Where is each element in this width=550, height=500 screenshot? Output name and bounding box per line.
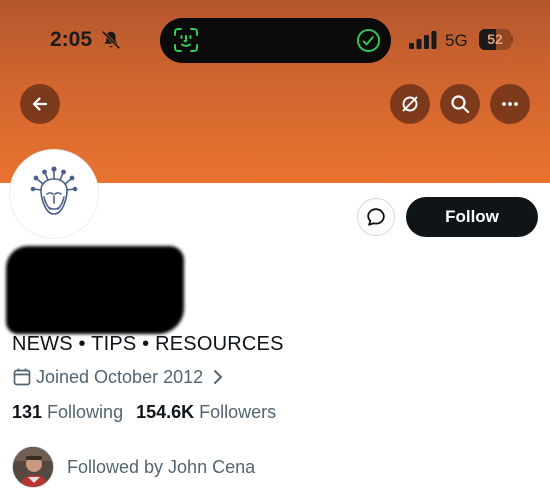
chevron-right-icon	[214, 370, 223, 384]
joined-date: Joined October 2012	[36, 366, 204, 387]
followed-by-row[interactable]: Followed by John Cena	[12, 445, 255, 489]
following-link[interactable]: 131 Following	[12, 402, 123, 423]
calendar-icon	[13, 368, 31, 386]
followers-label: Followers	[199, 402, 277, 422]
follow-stats: 131 Following 154.6K Followers	[12, 402, 276, 423]
back-button[interactable]	[20, 84, 60, 124]
profile-bio: NEWS • TIPS • RESOURCES	[12, 333, 284, 355]
followers-count: 154.6K	[136, 402, 195, 422]
search-button[interactable]	[440, 84, 480, 124]
ai-head-logo-icon	[30, 166, 78, 215]
check-icon	[356, 28, 381, 53]
message-button[interactable]	[357, 198, 395, 236]
followed-by-text: Followed by John Cena	[67, 456, 256, 477]
faceid-icon	[174, 28, 198, 52]
follow-button[interactable]: Follow	[406, 197, 538, 237]
signal-icon	[409, 31, 437, 49]
following-count: 131	[12, 402, 43, 422]
mutual-follower-avatar	[12, 446, 54, 488]
unfollow-button[interactable]	[390, 84, 430, 124]
battery-level: 52	[487, 31, 503, 47]
following-label: Following	[47, 402, 124, 422]
status-time: 2:05	[50, 28, 93, 51]
battery-indicator: 52	[479, 29, 513, 50]
profile-avatar[interactable]	[10, 150, 98, 238]
network-label: 5G	[445, 31, 468, 50]
more-button[interactable]	[490, 84, 530, 124]
redaction-scribble	[6, 246, 184, 334]
followers-link[interactable]: 154.6K Followers	[136, 402, 276, 423]
message-bubble-icon	[367, 208, 385, 226]
arrow-left-icon	[32, 97, 48, 111]
more-icon	[502, 102, 518, 106]
unfollow-icon	[402, 96, 418, 112]
joined-date-row[interactable]: Joined October 2012	[12, 366, 224, 388]
search-icon	[451, 95, 470, 114]
bell-off-icon	[101, 30, 121, 50]
